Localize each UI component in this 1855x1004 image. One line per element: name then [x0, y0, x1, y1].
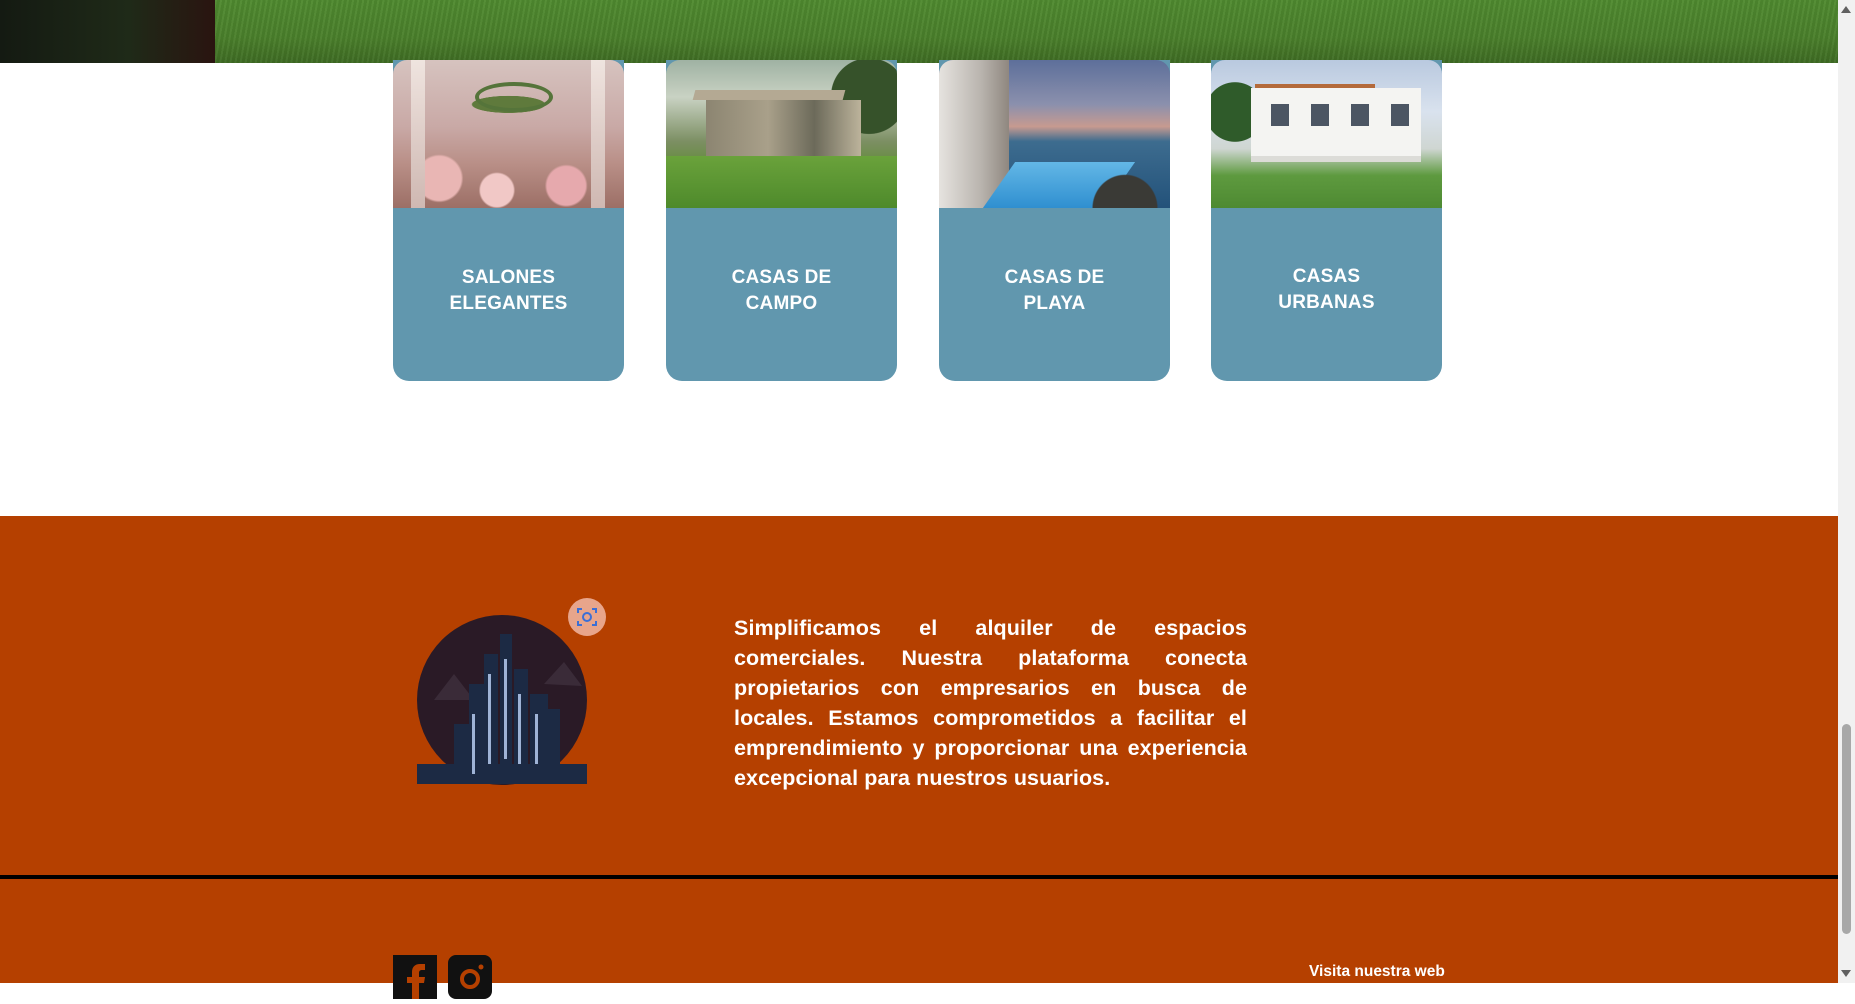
scan-icon [577, 608, 597, 626]
urban-house-photo [1211, 60, 1442, 208]
scrollbar[interactable] [1838, 0, 1855, 983]
beach-house-photo [939, 60, 1170, 208]
visual-search-badge[interactable] [568, 598, 606, 636]
scroll-up-icon[interactable] [1841, 6, 1851, 13]
hero-banner-strip [0, 0, 1838, 63]
category-label: CASAS DE CAMPO [731, 267, 832, 314]
category-cards: SALONES ELEGANTES CASAS DE CAMPO CASAS D… [393, 60, 1444, 381]
category-card-playa[interactable]: CASAS DE PLAYA [939, 60, 1170, 381]
hero-grass-image [215, 0, 1838, 63]
category-card-campo[interactable]: CASAS DE CAMPO [666, 60, 897, 381]
about-text: Simplificamos el alquiler de espacios co… [734, 615, 1247, 790]
facebook-icon[interactable] [393, 955, 437, 999]
footer-divider [0, 875, 1838, 879]
visit-website-link[interactable]: Visita nuestra web [1309, 963, 1445, 981]
category-label: CASAS URBANAS [1278, 266, 1375, 313]
category-label: CASAS DE PLAYA [1004, 267, 1105, 314]
hero-dark-edge [0, 0, 215, 63]
category-card-salones[interactable]: SALONES ELEGANTES [393, 60, 624, 381]
scroll-down-icon[interactable] [1841, 970, 1851, 977]
company-logo [414, 614, 589, 789]
scrollbar-thumb[interactable] [1842, 724, 1851, 934]
category-card-urbanas[interactable]: CASAS URBANAS [1211, 60, 1442, 381]
instagram-icon[interactable] [448, 955, 492, 999]
ballroom-photo [393, 60, 624, 208]
category-label: SALONES ELEGANTES [449, 267, 568, 314]
country-house-photo [666, 60, 897, 208]
